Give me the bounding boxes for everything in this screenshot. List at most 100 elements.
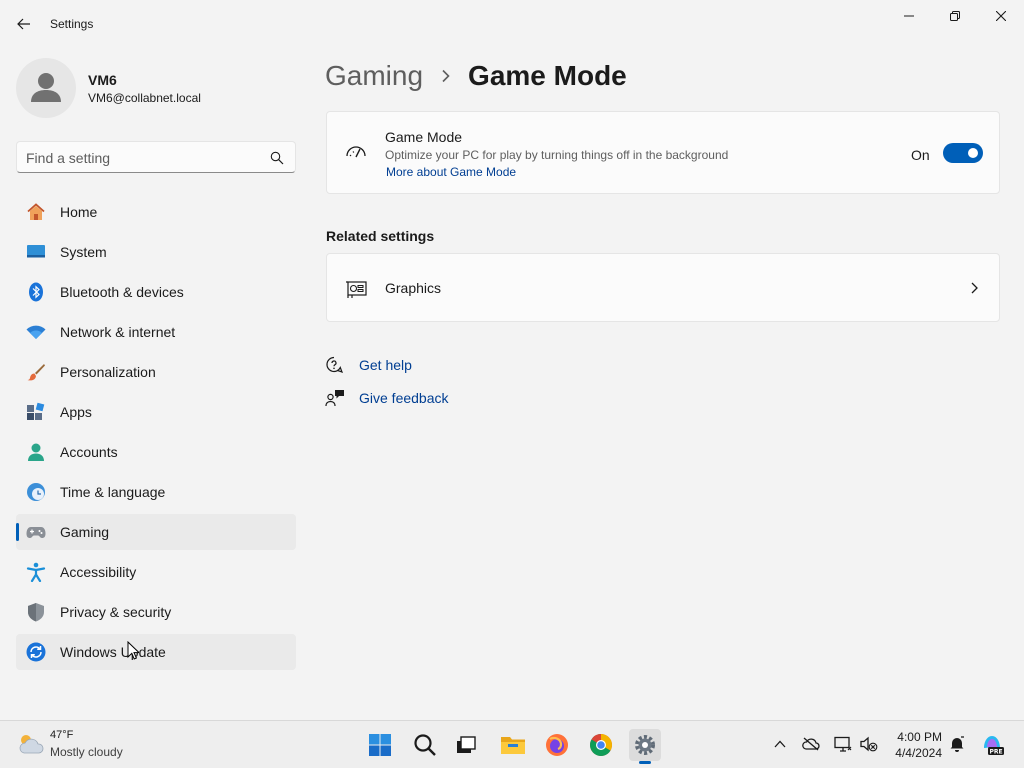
- app-title: Settings: [50, 17, 94, 31]
- search-icon: [414, 734, 436, 756]
- get-help-icon: [326, 356, 344, 373]
- start-button[interactable]: [364, 729, 396, 761]
- sidebar-item-label: Windows Update: [60, 644, 166, 660]
- apps-icon: [27, 402, 45, 420]
- sidebar-item-bluetooth[interactable]: Bluetooth & devices: [16, 274, 296, 310]
- sidebar-item-privacy[interactable]: Privacy & security: [16, 594, 296, 630]
- close-button[interactable]: [978, 0, 1024, 32]
- avatar[interactable]: [16, 58, 76, 118]
- sidebar-item-label: Home: [60, 204, 98, 220]
- user-name: VM6: [88, 72, 117, 88]
- file-explorer-icon: [501, 737, 525, 754]
- volume-muted-icon: [860, 736, 878, 752]
- sidebar-item-label: Network & internet: [60, 324, 176, 340]
- taskbar: 47°F Mostly cloudy 4:00 PM 4/4/2024 PRE: [0, 720, 1024, 768]
- sidebar-nav: Home System Bluetooth & devices Network …: [16, 194, 296, 674]
- give-feedback-link[interactable]: Give feedback: [359, 390, 449, 406]
- sidebar-item-label: System: [60, 244, 107, 260]
- minimize-icon: [904, 15, 914, 17]
- restore-icon: [950, 11, 960, 21]
- settings-taskbar-button[interactable]: [629, 729, 661, 764]
- weather-temperature: 47°F: [50, 729, 74, 741]
- file-explorer-button[interactable]: [497, 729, 529, 761]
- mouse-cursor-icon: [127, 641, 139, 660]
- accounts-icon: [28, 443, 44, 461]
- give-feedback-row: Give feedback: [325, 387, 449, 409]
- shield-icon: [28, 603, 44, 622]
- firefox-button[interactable]: [541, 729, 573, 761]
- taskbar-search-button[interactable]: [409, 729, 441, 761]
- bluetooth-icon: [29, 282, 43, 302]
- game-mode-description: Optimize your PC for play by turning thi…: [385, 148, 729, 162]
- graphics-card[interactable]: Graphics: [326, 253, 1000, 322]
- show-hidden-icons-button[interactable]: [771, 735, 789, 753]
- breadcrumb-parent[interactable]: Gaming: [325, 60, 423, 92]
- game-mode-card: Game Mode Optimize your PC for play by t…: [326, 111, 1000, 194]
- sidebar-item-system[interactable]: System: [16, 234, 296, 270]
- cloudy-weather-icon: [19, 735, 44, 754]
- sidebar-item-time-language[interactable]: Time & language: [16, 474, 296, 510]
- related-settings-heading: Related settings: [326, 228, 435, 244]
- sidebar-item-windows-update[interactable]: Windows Update: [16, 634, 296, 670]
- copilot-button[interactable]: PRE: [980, 732, 1004, 756]
- user-email: VM6@collabnet.local: [88, 91, 201, 105]
- minimize-button[interactable]: [886, 0, 932, 32]
- clock-globe-icon: [27, 483, 45, 501]
- get-help-row: Get help: [325, 354, 412, 376]
- graphics-label: Graphics: [385, 280, 442, 296]
- search-box[interactable]: [16, 141, 296, 173]
- toggle-state-label: On: [911, 147, 930, 163]
- task-view-button[interactable]: [450, 729, 482, 761]
- do-not-disturb-icon: [950, 736, 964, 752]
- sidebar-item-apps[interactable]: Apps: [16, 394, 296, 430]
- sidebar-item-label: Accounts: [60, 444, 118, 460]
- weather-condition: Mostly cloudy: [50, 745, 123, 759]
- sidebar-item-label: Gaming: [60, 524, 110, 540]
- notification-button[interactable]: [948, 735, 966, 753]
- sidebar-item-home[interactable]: Home: [16, 194, 296, 230]
- sidebar-item-label: Accessibility: [60, 564, 137, 580]
- sidebar-item-gaming[interactable]: Gaming: [16, 514, 296, 550]
- game-mode-title: Game Mode: [385, 129, 463, 145]
- firefox-icon: [546, 734, 568, 756]
- search-input[interactable]: [26, 148, 256, 168]
- game-mode-gauge-icon: [346, 146, 366, 158]
- back-button[interactable]: [10, 10, 38, 38]
- get-help-link[interactable]: Get help: [359, 357, 412, 373]
- accessibility-icon: [26, 562, 46, 582]
- brush-icon: [27, 364, 45, 381]
- gamepad-icon: [26, 527, 46, 538]
- graphics-card-icon: [346, 281, 367, 298]
- network-monitor-icon: [834, 736, 852, 752]
- taskbar-time: 4:00 PM: [897, 730, 942, 744]
- copilot-preview-icon: PRE: [984, 736, 1004, 756]
- search-icon[interactable]: [270, 151, 284, 165]
- sidebar-item-network[interactable]: Network & internet: [16, 314, 296, 350]
- sidebar-item-label: Apps: [60, 404, 92, 420]
- chrome-icon: [590, 734, 612, 756]
- sidebar-item-accessibility[interactable]: Accessibility: [16, 554, 296, 590]
- sidebar-item-personalization[interactable]: Personalization: [16, 354, 296, 390]
- more-about-game-mode-link[interactable]: More about Game Mode: [386, 165, 516, 179]
- close-icon: [996, 11, 1006, 21]
- back-arrow-icon: [17, 18, 30, 30]
- network-tray-button[interactable]: [834, 735, 852, 753]
- sidebar-item-label: Bluetooth & devices: [60, 284, 184, 300]
- taskbar-date: 4/4/2024: [895, 746, 942, 760]
- feedback-icon: [325, 390, 344, 407]
- system-icon: [27, 245, 45, 258]
- restore-button[interactable]: [932, 0, 978, 32]
- chevron-right-icon: [971, 282, 978, 294]
- chevron-up-icon: [774, 740, 786, 748]
- svg-text:PRE: PRE: [989, 749, 1002, 756]
- page-title: Game Mode: [468, 60, 627, 91]
- game-mode-toggle[interactable]: [943, 143, 983, 163]
- sidebar-item-label: Time & language: [60, 484, 166, 500]
- sidebar-item-accounts[interactable]: Accounts: [16, 434, 296, 470]
- home-icon: [27, 203, 45, 220]
- cloud-offline-icon: [802, 737, 820, 751]
- volume-tray-button[interactable]: [860, 735, 878, 753]
- onedrive-tray-button[interactable]: [802, 735, 820, 753]
- wifi-icon: [26, 325, 46, 339]
- chrome-button[interactable]: [585, 729, 617, 761]
